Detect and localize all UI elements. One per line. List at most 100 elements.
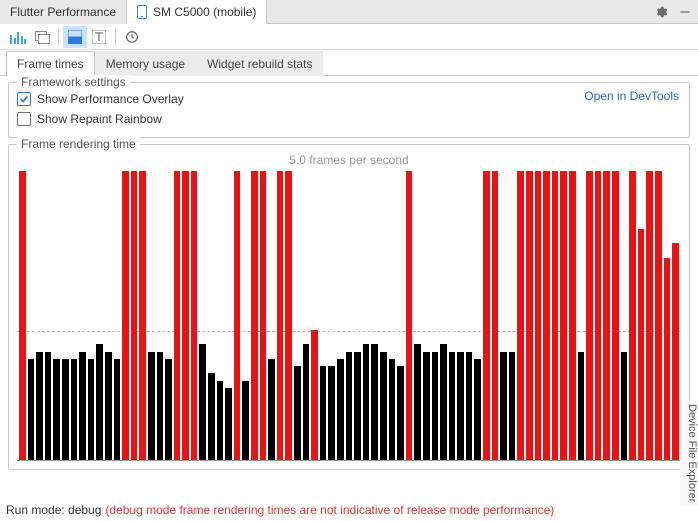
frame-time-chart <box>17 171 681 461</box>
checkbox-label: Show Performance Overlay <box>37 92 184 106</box>
framework-settings-group: Framework settings Show Performance Over… <box>8 82 690 138</box>
phone-icon <box>137 5 147 19</box>
frame-bar <box>225 388 232 460</box>
frame-bar <box>320 366 327 460</box>
frame-bar <box>612 171 619 460</box>
tab-flutter-performance[interactable]: Flutter Performance <box>0 0 127 24</box>
frame-bar <box>62 359 69 460</box>
frame-bar <box>363 344 370 460</box>
frame-bar <box>260 171 267 460</box>
frame-bar <box>517 171 524 460</box>
frame-bar <box>122 171 129 460</box>
gear-icon[interactable] <box>654 5 668 19</box>
frame-bar <box>629 171 636 460</box>
frame-bar <box>638 229 645 460</box>
frame-bar <box>440 344 447 460</box>
tab-device-sm-c5000[interactable]: SM C5000 (mobile) <box>127 0 267 24</box>
run-mode-warning: (debug mode frame rendering times are no… <box>105 503 554 517</box>
layers-icon <box>35 31 49 43</box>
top-right-icons <box>648 0 698 23</box>
device-tab-label: SM C5000 (mobile) <box>153 0 256 24</box>
frame-chart-button[interactable] <box>6 26 30 48</box>
frame-bar <box>294 366 301 460</box>
frame-bar <box>397 366 404 460</box>
performance-overlay-toggle[interactable] <box>63 26 87 48</box>
frame-bar <box>234 171 241 460</box>
bar-chart-icon <box>10 30 26 44</box>
frame-bar <box>492 171 499 460</box>
clock-icon <box>125 30 139 44</box>
frame-bar <box>466 352 473 460</box>
frame-bar <box>251 171 258 460</box>
checkbox-label: Show Repaint Rainbow <box>37 112 162 126</box>
frame-bar <box>354 352 361 460</box>
minimize-icon[interactable] <box>678 5 692 19</box>
frame-bar <box>36 352 43 460</box>
frame-bar <box>483 171 490 460</box>
frame-bar <box>79 352 86 460</box>
frame-bar <box>423 352 430 460</box>
frame-bar <box>277 171 284 460</box>
frame-bar <box>552 171 559 460</box>
open-in-devtools-link[interactable]: Open in DevTools <box>584 89 679 103</box>
frame-bar <box>526 171 533 460</box>
frame-bar <box>603 171 610 460</box>
frame-bar <box>303 344 310 460</box>
frame-bar <box>500 352 507 460</box>
toolbar-separator <box>58 28 59 46</box>
frame-bar <box>389 359 396 460</box>
frame-bar <box>45 352 52 460</box>
frame-bar <box>328 366 335 460</box>
frame-bar <box>148 352 155 460</box>
frame-bar <box>105 352 112 460</box>
frame-bar <box>96 344 103 460</box>
frame-bar <box>131 171 138 460</box>
frame-bar <box>217 381 224 460</box>
tab-memory-usage[interactable]: Memory usage <box>95 51 196 76</box>
frame-bar <box>586 171 593 460</box>
layers-button[interactable] <box>30 26 54 48</box>
frame-bar <box>88 359 95 460</box>
run-mode-status: Run mode: debug (debug mode frame render… <box>6 503 692 517</box>
frame-bar <box>406 171 413 460</box>
fps-caption: 5.0 frames per second <box>17 153 681 167</box>
frame-bar <box>646 171 653 460</box>
checkbox-icon <box>17 112 31 126</box>
frame-bar <box>191 171 198 460</box>
show-performance-overlay-row[interactable]: Show Performance Overlay <box>17 89 681 109</box>
text-T-icon <box>92 30 106 44</box>
frame-bar <box>208 373 215 460</box>
frame-bar <box>165 359 172 460</box>
frame-bar <box>139 171 146 460</box>
frame-bar <box>535 171 542 460</box>
frame-bar <box>672 243 679 460</box>
frame-bar <box>311 330 318 460</box>
tab-frame-times[interactable]: Frame times <box>6 51 95 76</box>
frame-bar <box>560 171 567 460</box>
history-button[interactable] <box>120 26 144 48</box>
tab-widget-rebuild-stats[interactable]: Widget rebuild stats <box>196 51 323 76</box>
frame-bar <box>242 381 249 460</box>
frame-bar <box>199 344 206 460</box>
checkbox-icon <box>17 92 31 106</box>
frame-bar <box>414 344 421 460</box>
frame-bar <box>371 344 378 460</box>
frame-bar <box>655 171 662 460</box>
perf-toolbar <box>0 24 698 50</box>
content-area: Framework settings Show Performance Over… <box>0 76 698 470</box>
run-mode-label: Run mode: debug <box>6 503 101 517</box>
frame-bar <box>174 171 181 460</box>
frame-bar <box>569 171 576 460</box>
frame-rendering-group: Frame rendering time 5.0 frames per seco… <box>8 144 690 470</box>
frame-bar <box>346 352 353 460</box>
frame-bar <box>19 171 26 460</box>
frame-bar <box>543 171 550 460</box>
toggle-platform-button[interactable] <box>87 26 111 48</box>
device-file-explorer-tab[interactable]: Device File Explorer <box>680 400 698 506</box>
grid-icon <box>68 30 82 44</box>
frame-bar <box>509 352 516 460</box>
frame-bar <box>457 352 464 460</box>
top-device-tabbar: Flutter Performance SM C5000 (mobile) <box>0 0 698 24</box>
frame-bar <box>578 352 585 460</box>
show-repaint-rainbow-row[interactable]: Show Repaint Rainbow <box>17 109 681 129</box>
